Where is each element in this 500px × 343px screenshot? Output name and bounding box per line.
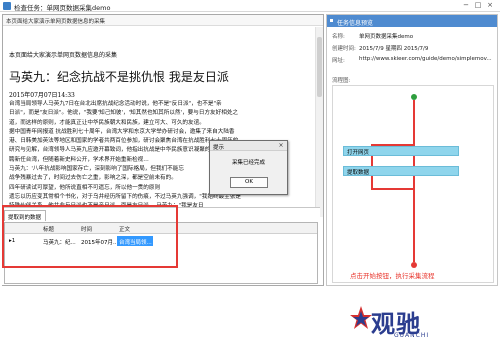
window-title: 检查任务：单网页数据采集demo	[14, 4, 111, 12]
workflow-diagram: 打开网页 提取数据	[332, 85, 494, 283]
step-extract-data[interactable]: 提取数据	[343, 166, 459, 176]
ok-button[interactable]: OK	[230, 177, 268, 188]
minimize-button[interactable]: −	[460, 1, 472, 10]
step-open-page[interactable]: 打开网页	[343, 146, 459, 156]
field-value-name: 单网页数据采集demo	[359, 34, 414, 40]
dialog-message: 采集已经完成	[231, 160, 265, 166]
address-bar[interactable]: 本页面给大家演示单网页数据信息的采集	[3, 15, 323, 26]
brand-logo: 观驰 GUANCHI	[330, 300, 498, 342]
logo-subtext: GUANCHI	[394, 332, 430, 339]
loop-connector-bottom	[371, 188, 413, 190]
completion-dialog: 提示 × 采集已经完成 OK	[209, 140, 288, 195]
dialog-close-icon[interactable]: ×	[277, 142, 285, 150]
header-marker-icon	[330, 19, 333, 22]
field-label-name: 名称:	[332, 34, 345, 40]
task-preview-pane: 任务信息预览 名称: 单网页数据采集demo 创建时间: 2015/7/9 星期…	[326, 14, 498, 286]
article-headline[interactable]: 马英九：纪念抗战不是挑仇恨 我是友日派	[9, 68, 315, 85]
article-line: 据中国青年网报道 抗战胜利七十周年，台湾大学和东京大学举办研讨会，邀集了来自大陆…	[9, 128, 235, 135]
dialog-title: 提示	[210, 141, 287, 151]
preview-header: 任务信息预览	[327, 15, 497, 27]
instruction-hint: 点击开始按钮，执行采集流程	[350, 272, 435, 280]
vertical-scrollbar[interactable]	[315, 27, 323, 217]
field-value-created: 2015/7/9 星期四 2015/7/9	[359, 46, 429, 52]
article-line: 台湾当局领导人马英九7日在台北出席抗战纪念活动时说，他不是"反日派"，也不是"亲	[9, 101, 222, 107]
title-bar: 检查任务：单网页数据采集demo − □ ×	[0, 0, 500, 12]
preview-title: 任务信息预览	[337, 20, 374, 27]
logo-star-icon	[350, 306, 372, 329]
field-label-url: 网址:	[332, 58, 345, 64]
field-label-created: 创建时间:	[332, 46, 356, 52]
field-value-url: http://www.skieer.com/guide/demo/simplem…	[359, 56, 492, 62]
end-node-icon[interactable]	[411, 262, 417, 268]
annotation-highlight-box	[2, 205, 178, 268]
close-button[interactable]: ×	[484, 1, 496, 10]
flow-connector	[413, 100, 415, 262]
page-heading: 本页面给大家演示单网页数据信息的采集	[9, 52, 118, 59]
maximize-button[interactable]: □	[472, 1, 484, 10]
flow-label: 流程图:	[332, 78, 351, 84]
article-line: 道，而这样的原则，才能真正让中华民族朝大和民族，建立可大、可久的友谊。	[9, 119, 205, 126]
article-line: 日派"，而是"友日派"。他说，"我要'知己知彼'，'知其然也知其所以然'，要与日…	[9, 110, 239, 117]
app-icon	[3, 2, 11, 10]
scrollbar-thumb[interactable]	[317, 37, 322, 97]
article-date[interactable]: 2015年07月07日14:33	[9, 90, 315, 99]
